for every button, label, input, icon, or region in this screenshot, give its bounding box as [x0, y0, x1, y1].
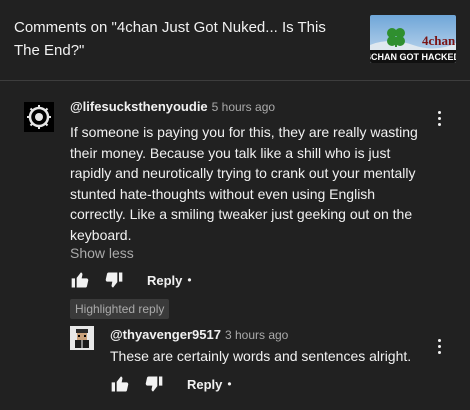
comment-actions: Reply •: [70, 270, 192, 290]
highlighted-reply-badge: Highlighted reply: [70, 299, 170, 319]
thumbs-up-icon[interactable]: [110, 374, 130, 394]
separator-dot: •: [227, 377, 232, 391]
thumbnail-image: 4chan 4CHAN GOT HACKED: [370, 15, 456, 63]
thumbs-down-icon[interactable]: [144, 374, 164, 394]
divider: [0, 80, 470, 81]
comment-meta: @lifesucksthenyoudie 5 hours ago: [70, 98, 275, 116]
reply-button[interactable]: Reply: [187, 377, 222, 392]
reply-meta: @thyavenger9517 3 hours ago: [110, 326, 288, 344]
comment-text: If someone is paying you for this, they …: [70, 124, 418, 243]
thumbs-up-icon[interactable]: [70, 270, 90, 290]
show-less-button[interactable]: Show less: [70, 245, 134, 261]
reply-actions: Reply •: [110, 374, 232, 394]
clover-icon: [387, 28, 405, 47]
reply-author[interactable]: @thyavenger9517: [110, 327, 221, 342]
avatar-character-icon: [70, 326, 94, 350]
reply-button[interactable]: Reply: [147, 273, 182, 288]
reply-avatar[interactable]: [70, 326, 94, 350]
more-vertical-icon[interactable]: [431, 336, 447, 356]
separator-dot: •: [187, 273, 192, 287]
more-vertical-icon[interactable]: [431, 108, 447, 128]
thumbnail-logo-text: 4chan: [422, 33, 456, 48]
thumbnail-caption: 4CHAN GOT HACKED: [370, 52, 456, 62]
page-title: Comments on "4chan Just Got Nuked... Is …: [14, 19, 326, 59]
comment-author[interactable]: @lifesucksthenyoudie: [70, 99, 208, 114]
avatar-gear-icon: [24, 102, 54, 132]
avatar[interactable]: [24, 102, 54, 132]
reply-timestamp[interactable]: 3 hours ago: [225, 328, 288, 342]
video-thumbnail[interactable]: 4chan 4CHAN GOT HACKED: [370, 15, 456, 63]
reply-text: These are certainly words and sentences …: [110, 348, 412, 364]
comment-timestamp[interactable]: 5 hours ago: [212, 100, 275, 114]
thumbs-down-icon[interactable]: [104, 270, 124, 290]
